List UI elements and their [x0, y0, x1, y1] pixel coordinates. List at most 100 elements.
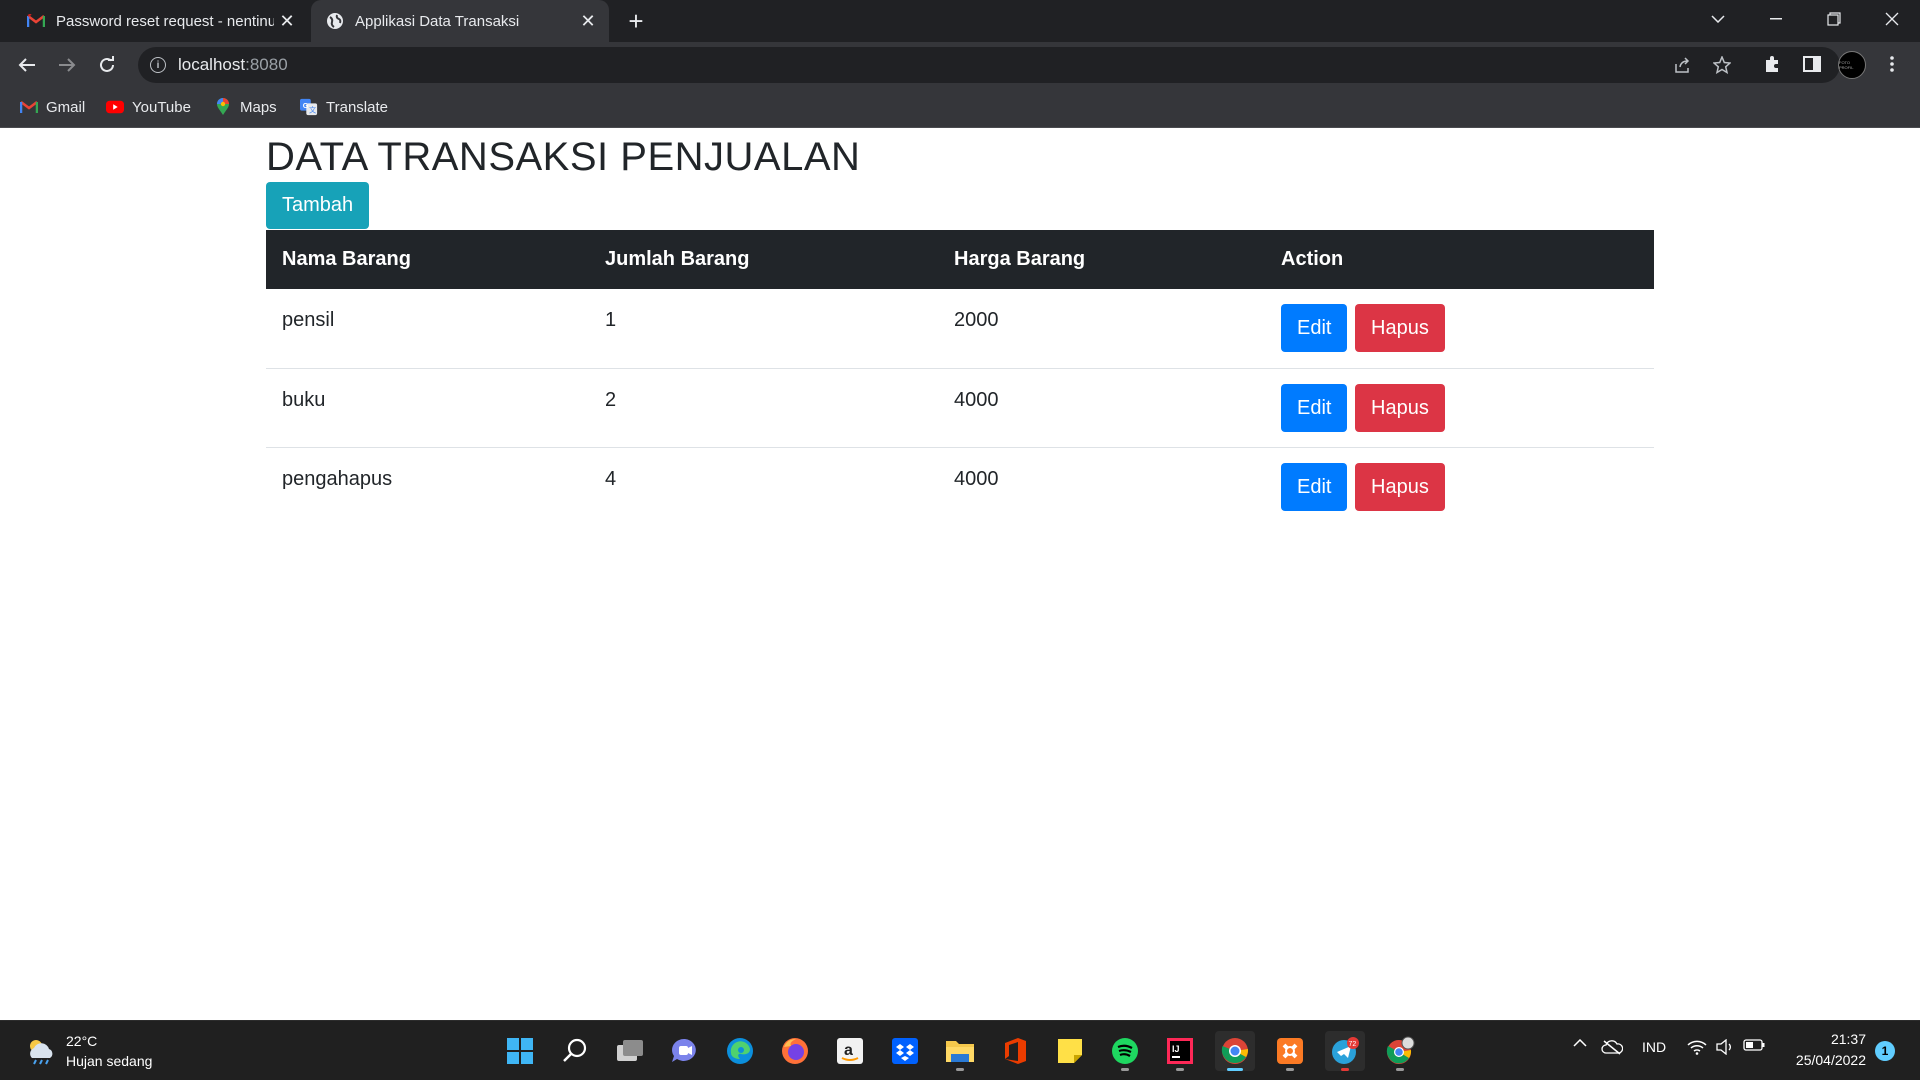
close-tab-icon[interactable]: ✕ [274, 8, 300, 34]
hapus-button[interactable]: Hapus [1355, 304, 1445, 352]
tab-gmail[interactable]: Password reset request - nentinu ✕ [12, 0, 308, 42]
transaksi-table: Nama Barang Jumlah Barang Harga Barang A… [266, 230, 1654, 526]
youtube-icon [106, 98, 124, 116]
extensions-icon[interactable] [1760, 52, 1784, 76]
close-tab-icon[interactable]: ✕ [575, 8, 601, 34]
wifi-icon[interactable] [1686, 1039, 1708, 1055]
show-hidden-icons-icon[interactable] [1570, 1039, 1590, 1047]
cell-action: Edit Hapus [1265, 368, 1654, 448]
weather-widget[interactable]: 22°C Hujan sedang [24, 1031, 152, 1071]
address-bar[interactable]: i localhost:8080 [138, 47, 1840, 83]
share-icon[interactable] [1672, 55, 1692, 75]
edit-button[interactable]: Edit [1281, 383, 1348, 432]
reload-icon[interactable] [92, 50, 122, 80]
clock-time: 21:37 [1830, 1031, 1866, 1047]
chrome-icon[interactable] [1215, 1031, 1255, 1071]
tab-applikasi[interactable]: Applikasi Data Transaksi ✕ [311, 0, 609, 42]
page-viewport: DATA TRANSAKSI PENJUALAN Tambah Nama Bar… [0, 128, 1920, 1020]
spotify-icon[interactable] [1105, 1031, 1145, 1071]
volume-icon[interactable] [1714, 1039, 1736, 1055]
running-indicator [1286, 1068, 1294, 1071]
cell-action: Edit Hapus [1265, 289, 1654, 369]
amazon-icon[interactable]: a [830, 1031, 870, 1071]
battery-icon[interactable] [1742, 1039, 1766, 1051]
column-header-nama: Nama Barang [282, 248, 411, 270]
weather-temp: 22°C [66, 1033, 98, 1049]
sticky-notes-icon[interactable] [1050, 1031, 1090, 1071]
cell-nama: pensil [266, 289, 589, 369]
back-icon[interactable] [12, 50, 42, 80]
tab-search-icon[interactable] [1690, 0, 1746, 38]
maps-icon [214, 98, 232, 116]
content-container: DATA TRANSAKSI PENJUALAN Tambah Nama Bar… [266, 128, 1654, 526]
gmail-icon [26, 11, 46, 31]
telegram-icon[interactable]: 72 [1325, 1031, 1365, 1071]
hapus-button[interactable]: Hapus [1355, 383, 1445, 432]
site-info-icon[interactable]: i [150, 57, 166, 73]
task-view-icon[interactable] [610, 1031, 650, 1071]
bookmark-translate[interactable]: G文 Translate [300, 96, 388, 118]
menu-kebab-icon[interactable] [1880, 52, 1904, 76]
cell-harga: 2000 [938, 289, 1265, 369]
new-tab-button[interactable]: + [618, 6, 654, 36]
running-indicator [1341, 1068, 1349, 1071]
cell-jumlah: 2 [589, 368, 938, 448]
running-indicator [956, 1068, 964, 1071]
column-header-harga: Harga Barang [954, 248, 1086, 270]
side-panel-icon[interactable] [1800, 52, 1824, 76]
bookmark-maps[interactable]: Maps [214, 96, 277, 118]
language-indicator[interactable]: IND [1636, 1039, 1672, 1055]
svg-text:G: G [303, 101, 309, 110]
table-header-row: Nama Barang Jumlah Barang Harga Barang A… [266, 230, 1654, 289]
table-row: pensil 1 2000 Edit Hapus [266, 289, 1654, 369]
active-indicator [1227, 1068, 1243, 1071]
page-title: DATA TRANSAKSI PENJUALAN [266, 135, 861, 179]
system-clock[interactable]: 21:37 25/04/2022 [1782, 1029, 1866, 1071]
bookmark-star-icon[interactable] [1712, 55, 1732, 75]
cell-jumlah: 4 [605, 467, 617, 490]
bookmark-youtube[interactable]: YouTube [106, 96, 191, 118]
restore-icon[interactable] [1806, 0, 1862, 38]
hapus-button[interactable]: Hapus [1355, 462, 1445, 511]
rain-cloud-icon [24, 1036, 58, 1066]
telegram-badge: 72 [1349, 1041, 1357, 1048]
xampp-icon[interactable] [1270, 1031, 1310, 1071]
cell-harga: 4000 [938, 368, 1265, 448]
file-explorer-icon[interactable] [940, 1031, 980, 1071]
running-indicator [1176, 1068, 1184, 1071]
minimize-icon[interactable] [1748, 0, 1804, 38]
translate-icon: G文 [300, 98, 318, 116]
chrome-profile-icon[interactable] [1380, 1031, 1420, 1071]
bookmarks-bar: Gmail YouTube Maps G文 Translate [0, 86, 1920, 128]
running-indicator [1121, 1068, 1129, 1071]
taskbar: 22°C Hujan sedang a IJ 72 IND 21:37 25/0… [0, 1020, 1920, 1080]
column-header-action: Action [1281, 248, 1344, 270]
edge-icon[interactable] [720, 1031, 760, 1071]
cell-harga: 4000 [954, 467, 999, 490]
cell-jumlah: 1 [589, 289, 938, 369]
forward-icon[interactable] [52, 50, 82, 80]
tambah-button[interactable]: Tambah [266, 182, 370, 229]
cell-action: Edit Hapus [1265, 447, 1654, 526]
teams-chat-icon[interactable] [665, 1031, 705, 1071]
close-window-icon[interactable] [1864, 0, 1920, 38]
dropbox-icon[interactable] [885, 1031, 925, 1071]
search-icon[interactable] [555, 1031, 595, 1071]
firefox-icon[interactable] [775, 1031, 815, 1071]
gmail-icon [20, 98, 38, 116]
bookmark-label: YouTube [132, 98, 191, 116]
onedrive-offline-icon[interactable] [1600, 1039, 1624, 1055]
profile-avatar[interactable]: FOTO PROFIL [1838, 51, 1866, 79]
edit-button[interactable]: Edit [1281, 304, 1348, 352]
office-icon[interactable] [995, 1031, 1035, 1071]
start-icon[interactable] [500, 1031, 540, 1071]
bookmark-gmail[interactable]: Gmail [20, 96, 85, 118]
weather-desc: Hujan sedang [66, 1053, 153, 1069]
intellij-icon[interactable]: IJ [1160, 1031, 1200, 1071]
table-row: buku 2 4000 Edit Hapus [266, 368, 1654, 448]
tab-title: Password reset request - nentinu [56, 12, 274, 30]
notification-badge[interactable]: 1 [1875, 1041, 1895, 1061]
svg-text:a: a [844, 1042, 853, 1059]
bookmark-label: Translate [326, 98, 388, 116]
edit-button[interactable]: Edit [1281, 462, 1348, 511]
